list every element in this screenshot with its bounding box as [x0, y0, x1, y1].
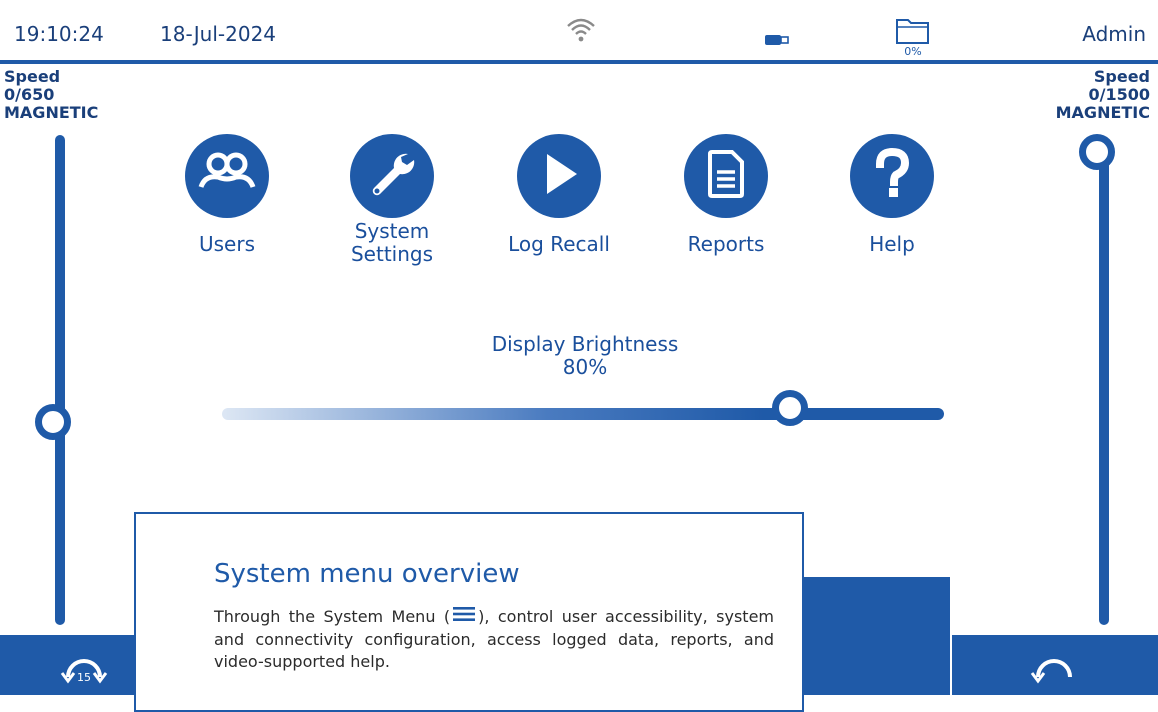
right-speed-slider-knob[interactable] — [1079, 134, 1115, 170]
question-icon — [872, 147, 912, 204]
right-speed-title: Speed — [1093, 67, 1150, 86]
system-settings-button[interactable] — [350, 134, 434, 218]
log-recall-label: Log Recall — [508, 232, 610, 256]
bottom-tab-block[interactable] — [802, 577, 950, 635]
reports-button[interactable] — [684, 134, 768, 218]
brightness-slider-track[interactable] — [222, 408, 944, 420]
right-speed-mode: MAGNETIC — [1055, 103, 1150, 122]
system-settings-label: System Settings — [350, 219, 434, 266]
left-speed-title: Speed — [4, 67, 61, 86]
left-speed-value: 0/650 — [4, 85, 55, 104]
right-speed-value: 0/1500 — [1088, 85, 1150, 104]
left-badge: 15 — [77, 671, 91, 684]
brightness-slider-knob[interactable] — [772, 390, 808, 426]
left-speed-label: Speed 0/650 MAGNETIC — [4, 68, 98, 122]
reports-label: Reports — [687, 232, 765, 256]
brightness-value: 80% — [562, 355, 608, 379]
log-recall-button[interactable] — [517, 134, 601, 218]
wifi-icon[interactable] — [566, 16, 596, 48]
left-speed-mode: MAGNETIC — [4, 103, 99, 122]
usb-battery-icon — [765, 31, 789, 50]
rotate-right-icon[interactable] — [1030, 643, 1078, 693]
users-button[interactable] — [185, 134, 269, 218]
left-speed-slider-knob[interactable] — [35, 404, 71, 440]
bottom-bar-divider — [950, 635, 952, 695]
left-speed-slider-track[interactable] — [55, 135, 65, 625]
users-icon — [197, 147, 257, 205]
overview-title: System menu overview — [214, 559, 520, 589]
brightness-title: Display Brightness 80% — [460, 333, 710, 379]
clock-date: 18-Jul-2024 — [160, 22, 277, 46]
right-speed-label: Speed 0/1500 MAGNETIC — [1056, 68, 1150, 122]
right-speed-slider-track[interactable] — [1099, 150, 1109, 625]
play-icon — [537, 150, 581, 202]
overview-text: Through the System Menu (), control user… — [214, 606, 774, 672]
clock-time: 19:10:24 — [14, 22, 104, 46]
users-label: Users — [198, 232, 255, 256]
rotate-left-icon[interactable] — [60, 643, 108, 693]
current-user[interactable]: Admin — [1082, 22, 1146, 46]
document-icon — [706, 148, 746, 204]
help-button[interactable] — [850, 134, 934, 218]
storage-percent: 0% — [904, 45, 922, 58]
hamburger-menu-icon — [452, 606, 476, 629]
wrench-icon — [364, 146, 420, 206]
help-label: Help — [869, 232, 915, 256]
